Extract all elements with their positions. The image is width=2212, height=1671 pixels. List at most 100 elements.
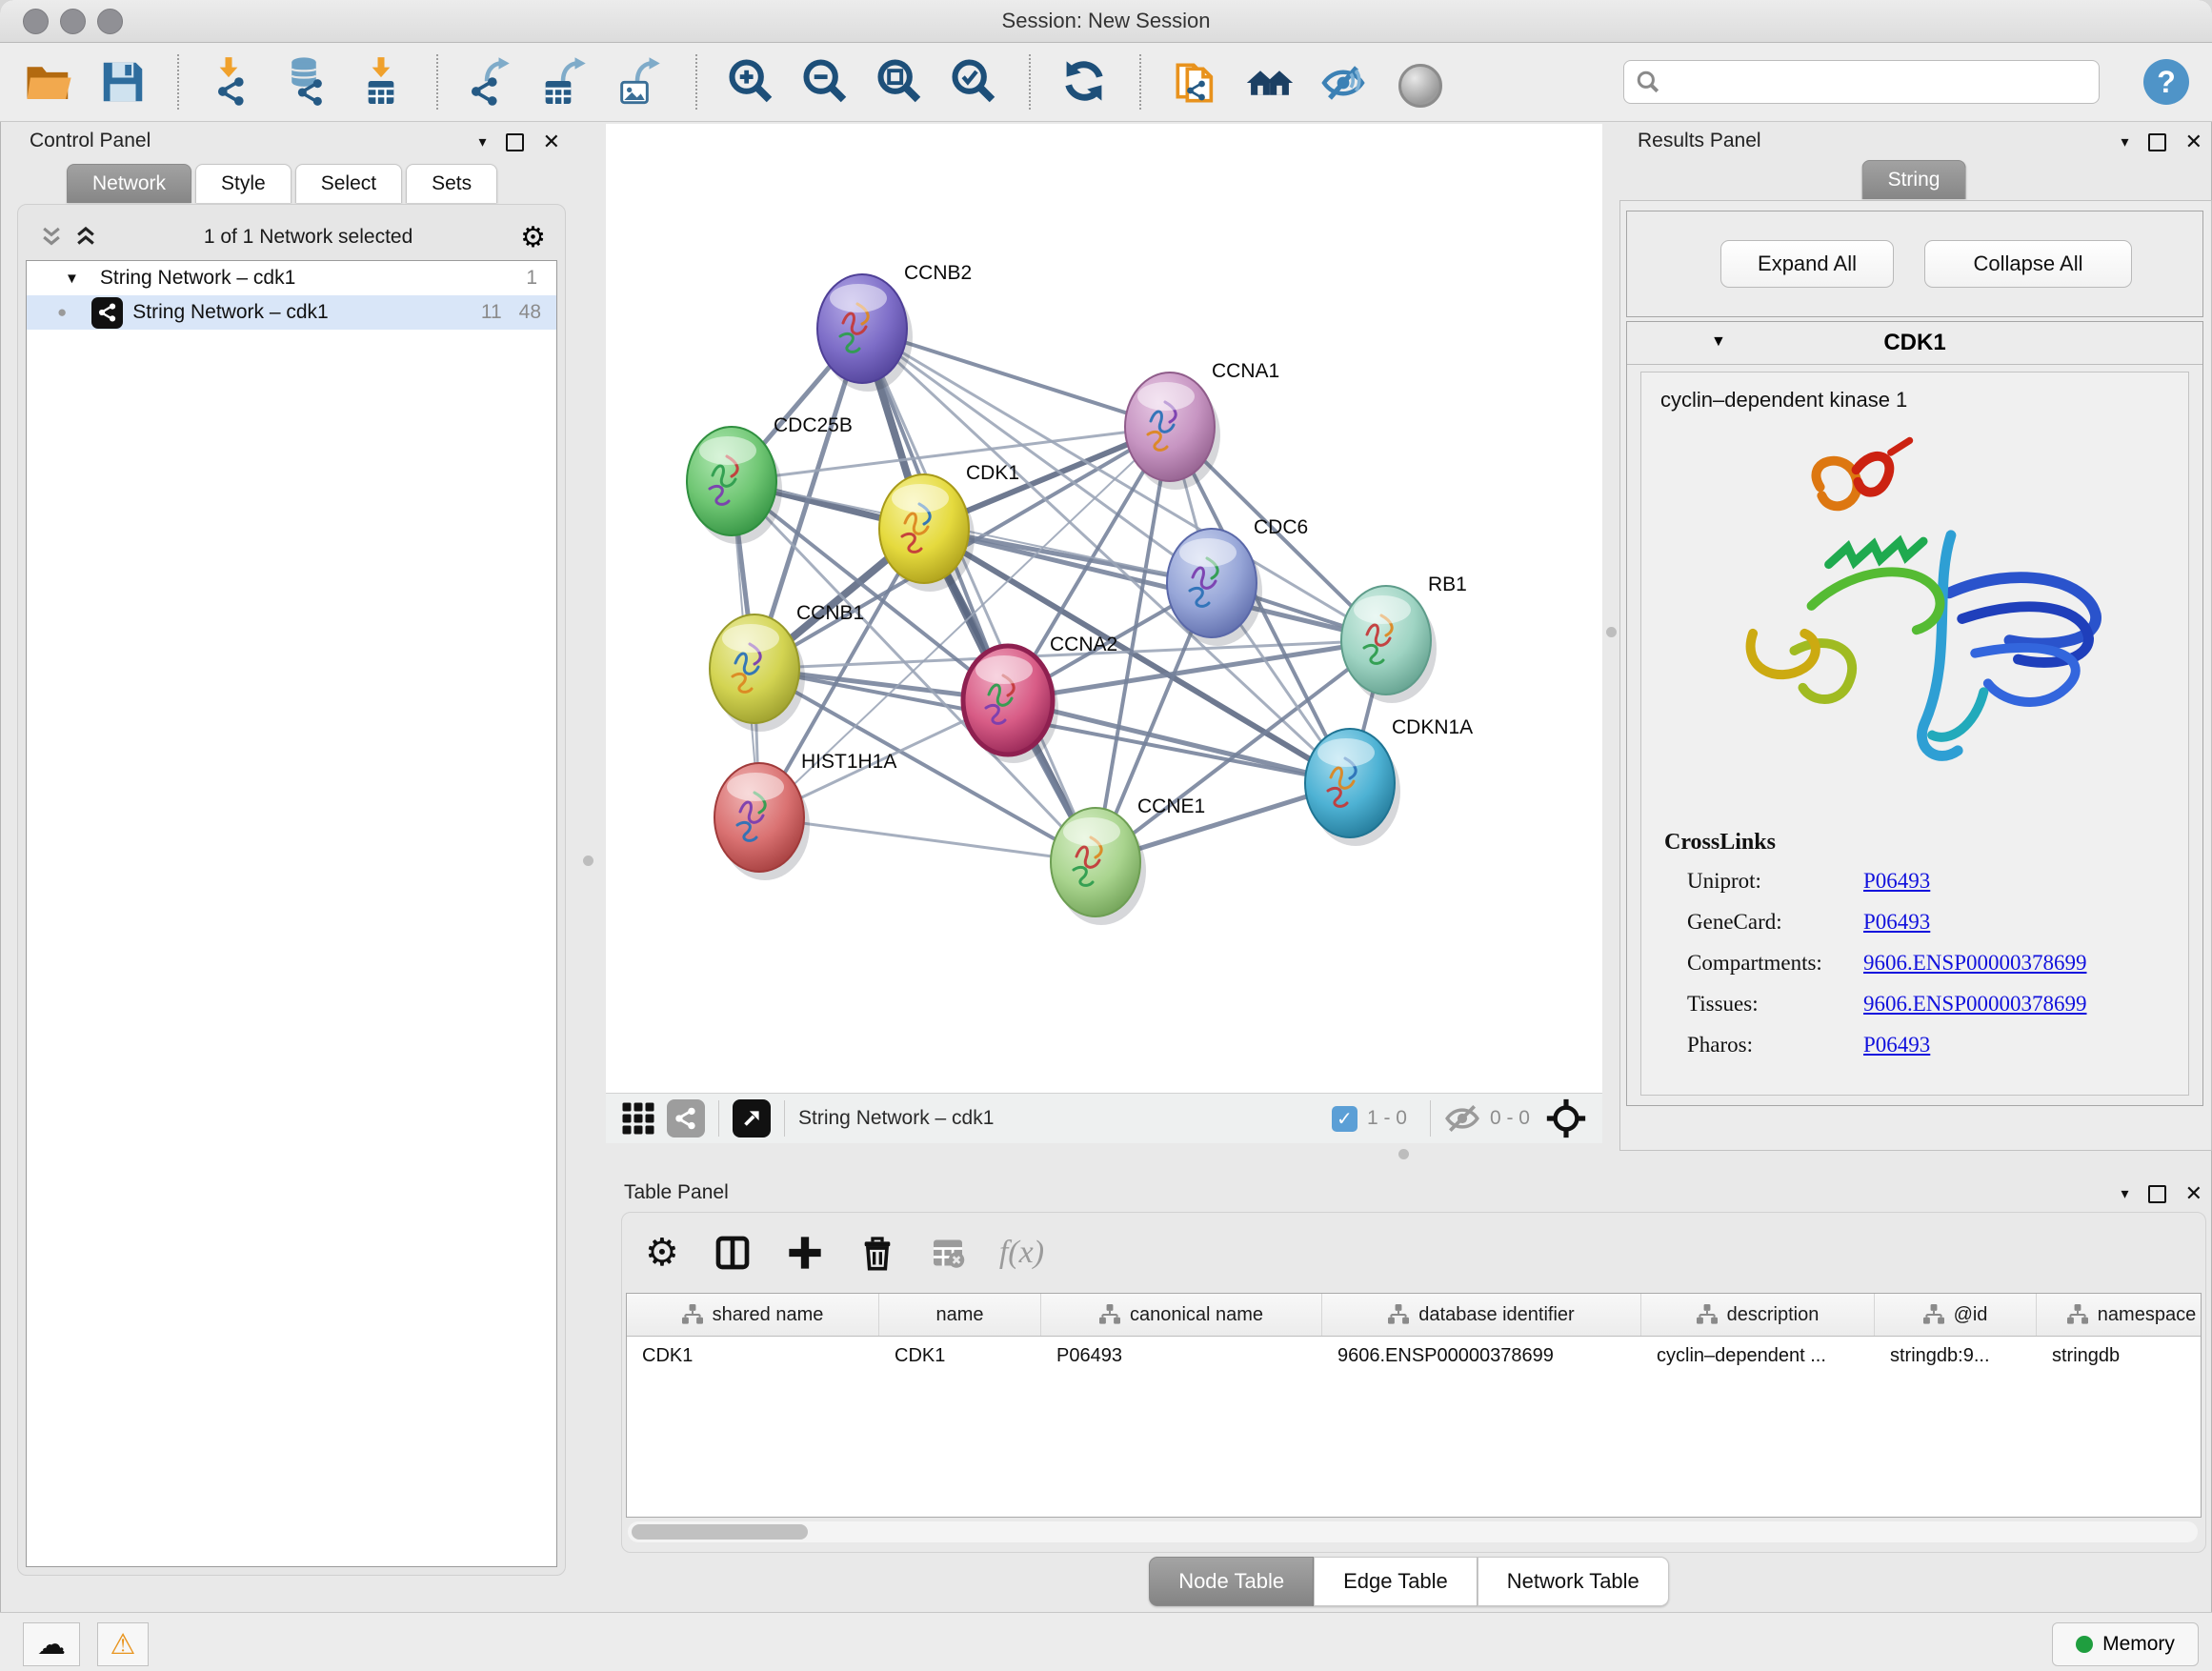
panel-close-button[interactable]: ✕ <box>2185 130 2202 154</box>
column-header--id[interactable]: @id <box>1875 1294 2037 1336</box>
edge-CCNA2-CDKN1A[interactable] <box>1008 700 1350 783</box>
delete-column-icon[interactable] <box>858 1234 896 1272</box>
table-settings-gear-icon[interactable]: ⚙ <box>645 1234 679 1272</box>
column-header-name[interactable]: name <box>879 1294 1041 1336</box>
zoom-in-button[interactable] <box>726 56 777 108</box>
tab-string[interactable]: String <box>1862 160 1966 199</box>
expand-collapse-box: Expand All Collapse All <box>1626 211 2203 317</box>
toolbar-separator <box>1029 54 1031 110</box>
refresh-button[interactable] <box>1059 56 1111 108</box>
fit-selected-crosshair-icon[interactable] <box>1545 1097 1587 1139</box>
zoom-fit-button[interactable] <box>875 56 926 108</box>
crosslink-link[interactable]: 9606.ENSP00000378699 <box>1863 951 2087 976</box>
protein-section-header[interactable]: ▼ CDK1 <box>1627 322 2202 365</box>
tab-edge-table[interactable]: Edge Table <box>1314 1557 1478 1606</box>
tab-style[interactable]: Style <box>195 164 292 203</box>
tab-network[interactable]: Network <box>67 164 191 203</box>
grid-view-icon[interactable] <box>621 1101 655 1136</box>
add-column-icon[interactable] <box>786 1234 824 1272</box>
document-share-button[interactable] <box>1170 56 1221 108</box>
column-header-database-identifier[interactable]: database identifier <box>1322 1294 1641 1336</box>
crosslink-link[interactable]: P06493 <box>1863 910 1930 935</box>
expand-all-button[interactable]: Expand All <box>1720 240 1894 288</box>
tab-node-table[interactable]: Node Table <box>1149 1557 1314 1606</box>
search-box[interactable] <box>1623 60 2100 104</box>
import-table-from-file-button[interactable] <box>356 56 408 108</box>
cell-description[interactable]: cyclin–dependent ... <box>1641 1345 1875 1367</box>
memory-button[interactable]: Memory <box>2052 1622 2199 1666</box>
network-graph[interactable]: CCNB2CCNA1CDC25BCDK1CDC6RB1CCNB1CCNA2CDK… <box>606 124 1602 1093</box>
export-table-button[interactable] <box>541 56 593 108</box>
show-columns-icon[interactable] <box>714 1234 752 1272</box>
warnings-button[interactable]: ⚠ <box>97 1622 149 1666</box>
collapse-all-button[interactable]: Collapse All <box>1924 240 2132 288</box>
gear-icon[interactable]: ⚙ <box>520 221 546 254</box>
status-separator <box>784 1100 785 1137</box>
show-graphics-details-button[interactable] <box>1393 56 1444 108</box>
hide-graphics-icon-button[interactable] <box>1318 56 1370 108</box>
splitter-grip[interactable] <box>1606 627 1617 637</box>
current-network-title: String Network – cdk1 <box>798 1107 994 1130</box>
panel-float-button[interactable] <box>506 133 524 151</box>
crosslink-link[interactable]: P06493 <box>1863 869 1930 894</box>
tab-network-table[interactable]: Network Table <box>1478 1557 1669 1606</box>
horizontal-scrollbar[interactable] <box>628 1521 2198 1542</box>
crosslink-link[interactable]: P06493 <box>1863 1033 1930 1057</box>
open-in-new-window-icon[interactable] <box>733 1099 771 1137</box>
crosslink-row: Tissues:9606.ENSP00000378699 <box>1687 992 2188 1017</box>
column-header-description[interactable]: description <box>1641 1294 1875 1336</box>
open-session-button[interactable] <box>23 56 74 108</box>
panel-float-button[interactable] <box>2148 1185 2166 1203</box>
status-separator <box>718 1100 719 1137</box>
panel-close-button[interactable]: ✕ <box>2185 1181 2202 1206</box>
edge-CDK1-RB1[interactable] <box>924 529 1386 640</box>
splitter-grip[interactable] <box>1398 1149 1409 1159</box>
column-header-namespace[interactable]: namespace <box>2037 1294 2202 1336</box>
network-share-icon[interactable] <box>667 1099 705 1137</box>
help-button[interactable]: ? <box>2143 59 2189 105</box>
window-title: Session: New Session <box>0 9 2212 33</box>
crosslink-row: Compartments:9606.ENSP00000378699 <box>1687 951 2188 976</box>
network-canvas[interactable]: CCNB2CCNA1CDC25BCDK1CDC6RB1CCNB1CCNA2CDK… <box>606 124 1602 1093</box>
column-header-shared-name[interactable]: shared name <box>627 1294 879 1336</box>
cell-canonical-name[interactable]: P06493 <box>1041 1345 1322 1367</box>
node-table[interactable]: shared namenamecanonical namedatabase id… <box>626 1293 2202 1518</box>
expand-all-icon[interactable] <box>75 225 96 250</box>
results-panel: Results Panel ▾ ✕ String Expand All Coll… <box>1619 124 2212 1151</box>
network-row-selected[interactable]: ● String Network – cdk1 11 48 <box>27 295 556 330</box>
crosslink-link[interactable]: 9606.ENSP00000378699 <box>1863 992 2087 1017</box>
cell--id[interactable]: stringdb:9... <box>1875 1345 2037 1367</box>
column-header-canonical-name[interactable]: canonical name <box>1041 1294 1322 1336</box>
collapse-all-icon[interactable] <box>41 225 62 250</box>
panel-close-button[interactable]: ✕ <box>543 130 560 154</box>
scrollbar-thumb[interactable] <box>632 1524 808 1540</box>
cell-shared-name[interactable]: CDK1 <box>627 1345 879 1367</box>
panel-float-button[interactable] <box>2148 133 2166 151</box>
search-input[interactable] <box>1670 70 2087 94</box>
export-network-button[interactable] <box>467 56 518 108</box>
tree-expand-icon[interactable]: ▼ <box>65 271 79 287</box>
table-row[interactable]: CDK1CDK1P064939606.ENSP00000378699cyclin… <box>627 1337 2201 1375</box>
panel-menu-button[interactable]: ▾ <box>2122 1184 2129 1203</box>
cell-database-identifier[interactable]: 9606.ENSP00000378699 <box>1322 1345 1641 1367</box>
network-collection-row[interactable]: ▼ String Network – cdk1 1 <box>27 261 556 295</box>
home-button[interactable] <box>1244 56 1296 108</box>
panel-menu-button[interactable]: ▾ <box>479 132 487 151</box>
panel-menu-button[interactable]: ▾ <box>2122 132 2129 151</box>
zoom-selected-button[interactable] <box>949 56 1000 108</box>
cell-name[interactable]: CDK1 <box>879 1345 1041 1367</box>
splitter-grip[interactable] <box>583 856 593 866</box>
import-network-from-database-button[interactable] <box>282 56 333 108</box>
node-label-RB1: RB1 <box>1428 574 1467 595</box>
cloud-status-button[interactable]: ☁ <box>23 1622 80 1666</box>
hidden-edges-eye-slash-icon[interactable] <box>1444 1100 1480 1137</box>
import-network-from-file-button[interactable] <box>208 56 259 108</box>
selected-nodes-checkbox[interactable]: ✓ <box>1332 1106 1357 1132</box>
export-image-button[interactable] <box>615 56 667 108</box>
edge-CCNB2-CCNE1[interactable] <box>862 329 1096 862</box>
cell-namespace[interactable]: stringdb <box>2037 1345 2202 1367</box>
zoom-out-button[interactable] <box>800 56 852 108</box>
save-session-button[interactable] <box>97 56 149 108</box>
tab-sets[interactable]: Sets <box>406 164 497 203</box>
tab-select[interactable]: Select <box>295 164 402 203</box>
